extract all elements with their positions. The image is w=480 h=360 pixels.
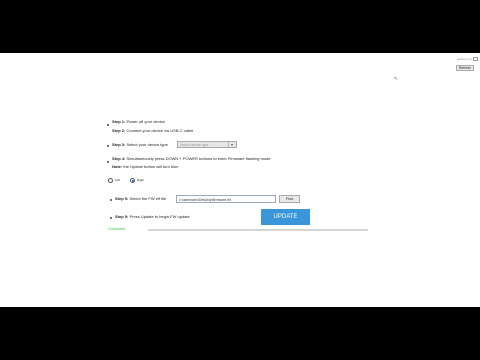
step1-text: Power off your device (126, 119, 165, 124)
step3-text: Select your device type (126, 142, 168, 147)
step-bullet (107, 145, 109, 147)
note-text: the Update button will turn blue (123, 164, 179, 169)
step5a-row: Step 5: Select the FW elf file (115, 196, 166, 201)
step-bullet (107, 161, 109, 163)
step-bullet (110, 199, 112, 201)
step1-label: Step 1: (112, 119, 126, 124)
step5a-label: Step 5: (115, 196, 129, 201)
step-bullet (110, 217, 112, 219)
step1-row: Step 1: Power off your device (112, 119, 165, 124)
device-type-select[interactable]: Select device type ▾ (177, 141, 237, 148)
flasher-window: version 2.0 Refresh ↖ Step 1: Power off … (0, 53, 480, 307)
right-radio[interactable] (130, 178, 135, 183)
step4-label: Step 4: (112, 156, 126, 161)
step5b-label: Step 5: (115, 214, 129, 219)
update-button[interactable]: UPDATE (261, 209, 310, 225)
step3-label: Step 3: (112, 142, 126, 147)
step3-row: Step 3: Select your device type (112, 142, 168, 147)
left-radio-label: Left (115, 178, 121, 182)
fw-file-input[interactable]: c:\users\dev\Desktop\firmware.elf (176, 195, 276, 203)
device-type-value: Select device type (180, 143, 209, 147)
status-text: Connected (108, 227, 125, 231)
step2-label: Step 2: (112, 128, 126, 133)
step2-row: Step 2: Connect your device via USB-C ca… (112, 128, 193, 133)
window-icon[interactable] (473, 57, 478, 61)
progress-bar (148, 229, 368, 231)
version-label: version 2.0 (457, 57, 472, 61)
step5b-row: Step 5: Press Update to begin FW update (115, 214, 190, 219)
step4-text: Simultaneously press DOWN + POWER button… (126, 156, 271, 161)
browse-button[interactable]: Find (279, 195, 300, 203)
fw-file-path: c:\users\dev\Desktop\firmware.elf (179, 197, 231, 202)
step2-text: Connect your device via USB-C cable (126, 128, 194, 133)
note-row: Note: the Update button will turn blue (112, 164, 179, 169)
right-radio-label: Right (137, 178, 145, 182)
left-radio[interactable] (108, 178, 113, 183)
step4-row: Step 4: Simultaneously press DOWN + POWE… (112, 156, 271, 161)
cursor-icon: ↖ (394, 76, 399, 82)
chevron-down-icon: ▾ (228, 142, 235, 147)
note-label: Note: (112, 164, 123, 169)
refresh-button[interactable]: Refresh (456, 65, 474, 71)
step5b-text: Press Update to begin FW update (129, 214, 190, 219)
step5a-text: Select the FW elf file (129, 196, 167, 201)
step-bullet (107, 124, 109, 126)
